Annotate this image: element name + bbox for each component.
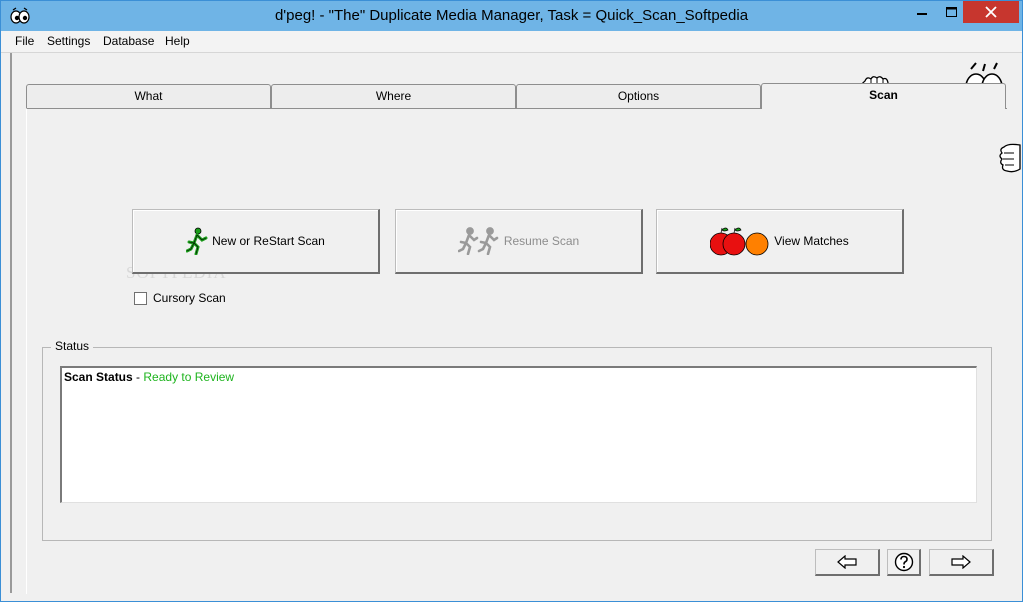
close-button[interactable] bbox=[963, 1, 1019, 23]
cursory-scan-label: Cursory Scan bbox=[153, 291, 226, 305]
menu-file[interactable]: File bbox=[15, 34, 34, 48]
menu-help[interactable]: Help bbox=[165, 34, 190, 48]
cursory-scan-option[interactable]: Cursory Scan bbox=[134, 291, 226, 305]
running-men-icon bbox=[457, 227, 499, 255]
tab-what[interactable]: What bbox=[26, 84, 271, 108]
tab-scan[interactable]: Scan bbox=[761, 83, 1006, 109]
help-button[interactable] bbox=[887, 549, 921, 576]
apples-orange-icon bbox=[710, 227, 769, 256]
client-area: What Where Options Scan SOFTPEDIA New or… bbox=[10, 53, 1021, 594]
help-question-icon bbox=[894, 552, 913, 572]
tab-options[interactable]: Options bbox=[516, 84, 761, 108]
status-group: Status Scan Status - Ready to Review bbox=[42, 339, 992, 541]
view-matches-label: View Matches bbox=[774, 234, 849, 248]
status-group-label: Status bbox=[51, 339, 94, 353]
arrow-right-icon bbox=[951, 555, 971, 569]
resume-scan-label: Resume Scan bbox=[503, 234, 580, 248]
minimize-icon bbox=[917, 13, 927, 15]
arrow-left-icon bbox=[837, 555, 857, 569]
maximize-button[interactable] bbox=[936, 1, 966, 23]
back-button[interactable] bbox=[815, 549, 880, 576]
menu-database[interactable]: Database bbox=[103, 34, 154, 48]
scan-status-label: Scan Status bbox=[64, 370, 133, 384]
status-textbox[interactable]: Scan Status - Ready to Review bbox=[60, 366, 977, 503]
status-separator: - bbox=[132, 370, 144, 384]
mascot-side-hand-icon bbox=[999, 143, 1021, 173]
view-matches-button[interactable]: View Matches bbox=[656, 209, 904, 274]
scan-status-value: Ready to Review bbox=[143, 370, 235, 384]
tab-where[interactable]: Where bbox=[271, 84, 516, 108]
forward-button[interactable] bbox=[929, 549, 994, 576]
resume-scan-button[interactable]: Resume Scan bbox=[395, 209, 643, 274]
window-title: d'peg! - "The" Duplicate Media Manager, … bbox=[274, 7, 749, 24]
new-scan-button[interactable]: New or ReStart Scan bbox=[132, 209, 380, 274]
cursory-scan-checkbox[interactable] bbox=[134, 291, 147, 305]
app-window: d'peg! - "The" Duplicate Media Manager, … bbox=[0, 0, 1023, 602]
menu-bar: File Settings Database Help bbox=[1, 31, 1022, 53]
title-bar[interactable]: d'peg! - "The" Duplicate Media Manager, … bbox=[1, 1, 1022, 31]
minimize-button[interactable] bbox=[907, 1, 937, 23]
running-man-icon bbox=[186, 227, 208, 255]
maximize-icon bbox=[945, 7, 957, 17]
status-line: Scan Status - Ready to Review bbox=[64, 370, 234, 384]
close-icon bbox=[985, 6, 997, 18]
new-scan-label: New or ReStart Scan bbox=[212, 234, 325, 248]
menu-settings[interactable]: Settings bbox=[47, 34, 90, 48]
